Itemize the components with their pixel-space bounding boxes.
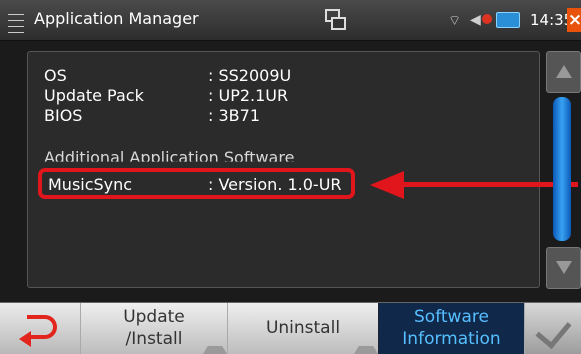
wifi-icon: ⌔ bbox=[448, 13, 462, 29]
menu-icon[interactable] bbox=[8, 9, 26, 33]
software-label-line2: Information bbox=[402, 329, 501, 349]
scroll-up-button[interactable] bbox=[546, 51, 581, 93]
update-pack-value: : UP2.1UR bbox=[208, 86, 289, 105]
bios-value: : 3B71 bbox=[208, 106, 260, 125]
callout-arrow-icon bbox=[370, 171, 404, 199]
confirm-button[interactable] bbox=[524, 303, 581, 354]
software-label-line1: Software bbox=[414, 307, 489, 327]
chevron-down-icon bbox=[556, 261, 572, 274]
scrollbar-thumb[interactable] bbox=[553, 97, 571, 241]
window-title: Application Manager bbox=[34, 9, 199, 28]
update-label-line2: /Install bbox=[125, 329, 183, 349]
highlight-box bbox=[38, 168, 355, 199]
uninstall-button[interactable]: Uninstall bbox=[227, 303, 378, 354]
back-icon bbox=[27, 315, 57, 339]
chevron-up-icon bbox=[556, 65, 572, 78]
bios-label: BIOS bbox=[44, 106, 83, 125]
check-icon bbox=[535, 311, 572, 350]
callout-arrow-line bbox=[400, 182, 578, 187]
volume-icon: ◀ bbox=[470, 12, 481, 28]
scroll-down-button[interactable] bbox=[546, 247, 581, 289]
os-label: OS bbox=[44, 66, 67, 85]
update-install-label: Update /Install bbox=[81, 306, 227, 350]
back-button[interactable] bbox=[0, 303, 80, 354]
title-bar: Application Manager ⌔ ◀ 14:35 × bbox=[0, 0, 581, 41]
update-label-line1: Update bbox=[123, 307, 185, 327]
software-information-label: Software Information bbox=[379, 306, 524, 350]
update-pack-label: Update Pack bbox=[44, 86, 144, 105]
close-icon[interactable]: × bbox=[567, 8, 581, 32]
update-install-button[interactable]: Update /Install bbox=[80, 303, 227, 354]
software-information-tab[interactable]: Software Information bbox=[378, 303, 524, 354]
os-value: : SS2009U bbox=[208, 66, 292, 85]
section-title: Additional Application Software bbox=[44, 148, 295, 167]
uninstall-label: Uninstall bbox=[265, 318, 341, 338]
phone-icon bbox=[496, 12, 520, 28]
mute-indicator-icon bbox=[482, 14, 492, 24]
bottom-bar: Update /Install Uninstall Software Infor… bbox=[0, 302, 581, 354]
back-arrow-icon bbox=[19, 331, 31, 347]
display-icon[interactable] bbox=[325, 9, 346, 30]
